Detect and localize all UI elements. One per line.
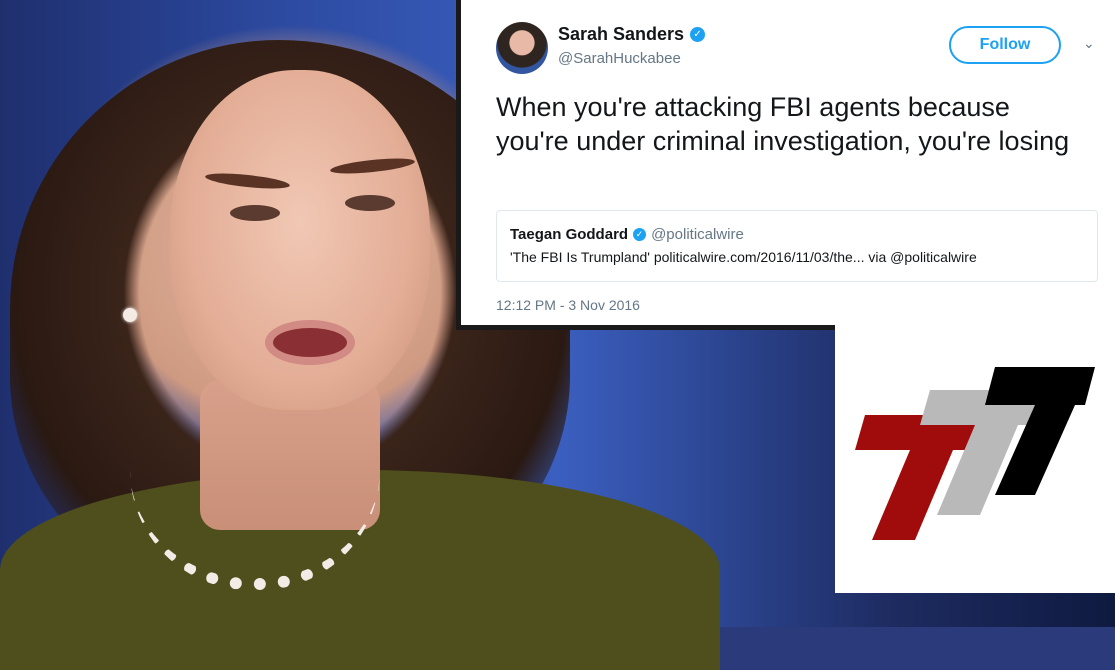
author-handle[interactable]: @SarahHuckabee	[558, 50, 681, 67]
ttt-logo	[835, 325, 1115, 593]
author-row: Sarah Sanders ✓	[558, 24, 706, 45]
chevron-down-icon[interactable]: ⌄	[1083, 35, 1095, 52]
tweet-text: When you're attacking FBI agents because…	[496, 92, 1070, 156]
right-eye	[345, 195, 395, 211]
verified-badge-icon: ✓	[633, 228, 647, 241]
quoted-author-row: Taegan Goddard ✓ @politicalwire	[510, 226, 744, 243]
avatar[interactable]	[496, 22, 548, 74]
quoted-tweet-text: 'The FBI Is Trumpland' politicalwire.com…	[510, 249, 977, 265]
quoted-tweet[interactable]	[496, 210, 1098, 282]
author-name[interactable]: Sarah Sanders	[558, 24, 684, 45]
ttt-logo-graphic	[855, 367, 1095, 540]
quoted-author-handle: @politicalwire	[651, 226, 744, 243]
follow-button[interactable]: Follow	[949, 26, 1061, 64]
tweet-timestamp[interactable]: 12:12 PM - 3 Nov 2016	[496, 297, 640, 313]
quoted-author-name: Taegan Goddard	[510, 226, 629, 243]
verified-badge-icon: ✓	[690, 27, 706, 42]
left-eye	[230, 205, 280, 221]
mouth	[265, 320, 355, 365]
earring	[123, 308, 137, 322]
